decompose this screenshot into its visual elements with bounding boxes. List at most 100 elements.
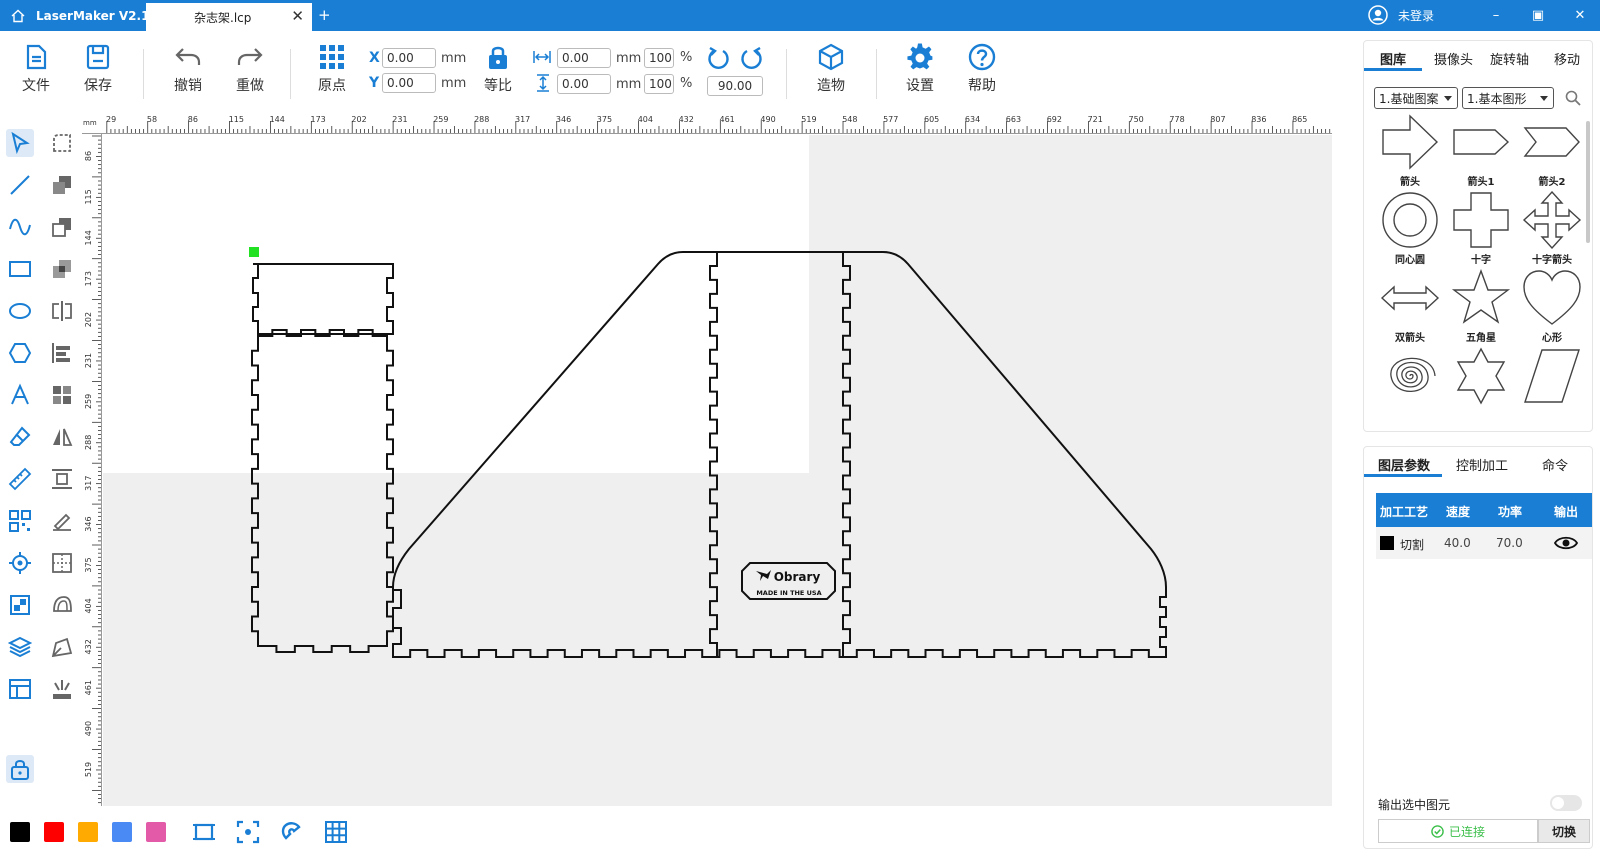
file-tab[interactable]: 杂志架.lcp ✕ <box>146 3 312 31</box>
x-input[interactable]: 0.00 <box>382 48 436 68</box>
mirror-tool[interactable] <box>48 297 76 325</box>
help-button[interactable]: 帮助 <box>957 43 1007 95</box>
rotate-angle-input[interactable]: 90.00 <box>707 76 763 96</box>
tall-panel-outline[interactable] <box>251 329 394 653</box>
rotate-ccw-icon[interactable] <box>707 47 731 71</box>
color-swatch-orange[interactable] <box>78 822 98 842</box>
category-dropdown[interactable]: 1.基础图案 <box>1374 87 1458 109</box>
layout-tool[interactable] <box>6 675 34 703</box>
layer-color-chip[interactable] <box>1380 536 1394 550</box>
pen-tool[interactable] <box>48 633 76 661</box>
close-tab-icon[interactable]: ✕ <box>291 7 304 25</box>
tab-process-control[interactable]: 控制加工 <box>1456 455 1508 474</box>
color-swatch-red[interactable] <box>44 822 64 842</box>
tab-rotary[interactable]: 旋转轴 <box>1490 49 1529 68</box>
rotate-cw-icon[interactable] <box>739 47 763 71</box>
rectangle-tool[interactable] <box>6 255 34 283</box>
fit-page-icon[interactable] <box>192 820 216 844</box>
polygon-tool[interactable] <box>6 339 34 367</box>
text-tool[interactable] <box>6 381 34 409</box>
build-button[interactable]: 造物 <box>806 43 856 95</box>
qr-code-tool[interactable] <box>6 507 34 535</box>
shape-arrow[interactable]: 箭头 <box>1377 113 1443 193</box>
split-tool[interactable] <box>48 549 76 577</box>
measure-tool[interactable] <box>6 465 34 493</box>
restore-button[interactable]: ▣ <box>1520 0 1556 31</box>
subtract-tool[interactable] <box>48 213 76 241</box>
distribute-tool[interactable] <box>48 465 76 493</box>
table-row[interactable]: 切割 40.0 70.0 <box>1376 527 1592 559</box>
width-percent-input[interactable]: 100 <box>644 48 674 68</box>
drawing-canvas[interactable]: Obrary MADE IN THE USA <box>103 135 1332 806</box>
divider-slot-right[interactable] <box>842 252 851 657</box>
settings-button[interactable]: 设置 <box>895 43 945 95</box>
minimize-button[interactable]: – <box>1478 0 1514 31</box>
material-tool[interactable] <box>6 591 34 619</box>
shape-concentric[interactable]: 同心圆 <box>1377 191 1443 271</box>
selection-handle[interactable] <box>249 247 259 257</box>
height-percent-input[interactable]: 100 <box>644 74 674 94</box>
undo-button[interactable]: 撤销 <box>163 43 213 95</box>
lock-tool[interactable] <box>6 755 34 783</box>
shape-cross-arrow[interactable]: 十字箭头 <box>1519 191 1585 271</box>
select-tool[interactable] <box>6 129 34 157</box>
shape-arrow2[interactable]: 箭头2 <box>1519 113 1585 193</box>
color-swatch-pink[interactable] <box>146 822 166 842</box>
height-input[interactable]: 0.00 <box>557 74 611 94</box>
file-button[interactable]: 文件 <box>11 43 61 95</box>
shape-arrow1[interactable]: 箭头1 <box>1448 113 1514 193</box>
sign-tool[interactable] <box>48 507 76 535</box>
laser-tool[interactable] <box>48 675 76 703</box>
search-icon[interactable] <box>1565 90 1581 106</box>
array-tool[interactable] <box>48 381 76 409</box>
eraser-tool[interactable] <box>6 423 34 451</box>
width-input[interactable]: 0.00 <box>557 48 611 68</box>
combine-tool[interactable] <box>48 171 76 199</box>
tab-layer-params[interactable]: 图层参数 <box>1378 455 1430 474</box>
home-icon[interactable] <box>0 0 36 31</box>
shape-double-arrow[interactable]: 双箭头 <box>1377 269 1443 349</box>
grid-toggle-icon[interactable] <box>324 820 348 844</box>
line-tool[interactable] <box>6 171 34 199</box>
shape-heart[interactable]: 心形 <box>1519 269 1585 349</box>
magnet-snap-icon[interactable] <box>280 820 304 844</box>
align-tool[interactable] <box>48 339 76 367</box>
origin-button[interactable]: 原点 <box>307 43 357 95</box>
ratio-lock-button[interactable]: 等比 <box>473 43 523 95</box>
shape-parallelogram[interactable] <box>1519 347 1585 427</box>
library-scrollbar[interactable] <box>1586 121 1590 243</box>
curve-tool[interactable] <box>6 213 34 241</box>
layers-tool[interactable] <box>6 633 34 661</box>
shape-six-star[interactable] <box>1448 347 1514 427</box>
node-edit-tool[interactable] <box>48 129 76 157</box>
tab-library[interactable]: 图库 <box>1380 49 1406 68</box>
flip-tool[interactable] <box>48 423 76 451</box>
row-speed[interactable]: 40.0 <box>1444 536 1471 550</box>
fit-selection-icon[interactable] <box>236 820 260 844</box>
position-tool[interactable] <box>6 549 34 577</box>
intersect-tool[interactable] <box>48 255 76 283</box>
shape-cross[interactable]: 十字 <box>1448 191 1514 271</box>
offset-tool[interactable] <box>48 591 76 619</box>
ellipse-tool[interactable] <box>6 297 34 325</box>
output-selected-toggle[interactable] <box>1550 795 1582 811</box>
redo-button[interactable]: 重做 <box>225 43 275 95</box>
divider-slot-left[interactable] <box>709 252 718 657</box>
row-power[interactable]: 70.0 <box>1496 536 1523 550</box>
subcategory-dropdown[interactable]: 1.基本图形 <box>1462 87 1554 109</box>
eye-icon[interactable] <box>1554 534 1578 552</box>
tab-camera[interactable]: 摄像头 <box>1434 49 1473 68</box>
add-tab-icon[interactable]: + <box>318 6 331 24</box>
close-window-button[interactable]: ✕ <box>1562 0 1598 31</box>
shape-spiral[interactable] <box>1377 347 1443 427</box>
user-login[interactable]: 未登录 <box>1368 5 1434 25</box>
shape-five-star[interactable]: 五角星 <box>1448 269 1514 349</box>
save-button[interactable]: 保存 <box>73 43 123 95</box>
y-input[interactable]: 0.00 <box>382 73 436 93</box>
tab-commands[interactable]: 命令 <box>1542 455 1568 474</box>
small-panel-outline[interactable] <box>252 263 394 335</box>
color-swatch-blue[interactable] <box>112 822 132 842</box>
obrary-label[interactable]: Obrary MADE IN THE USA <box>741 562 836 600</box>
tab-move[interactable]: 移动 <box>1554 49 1580 68</box>
color-swatch-black[interactable] <box>10 822 30 842</box>
